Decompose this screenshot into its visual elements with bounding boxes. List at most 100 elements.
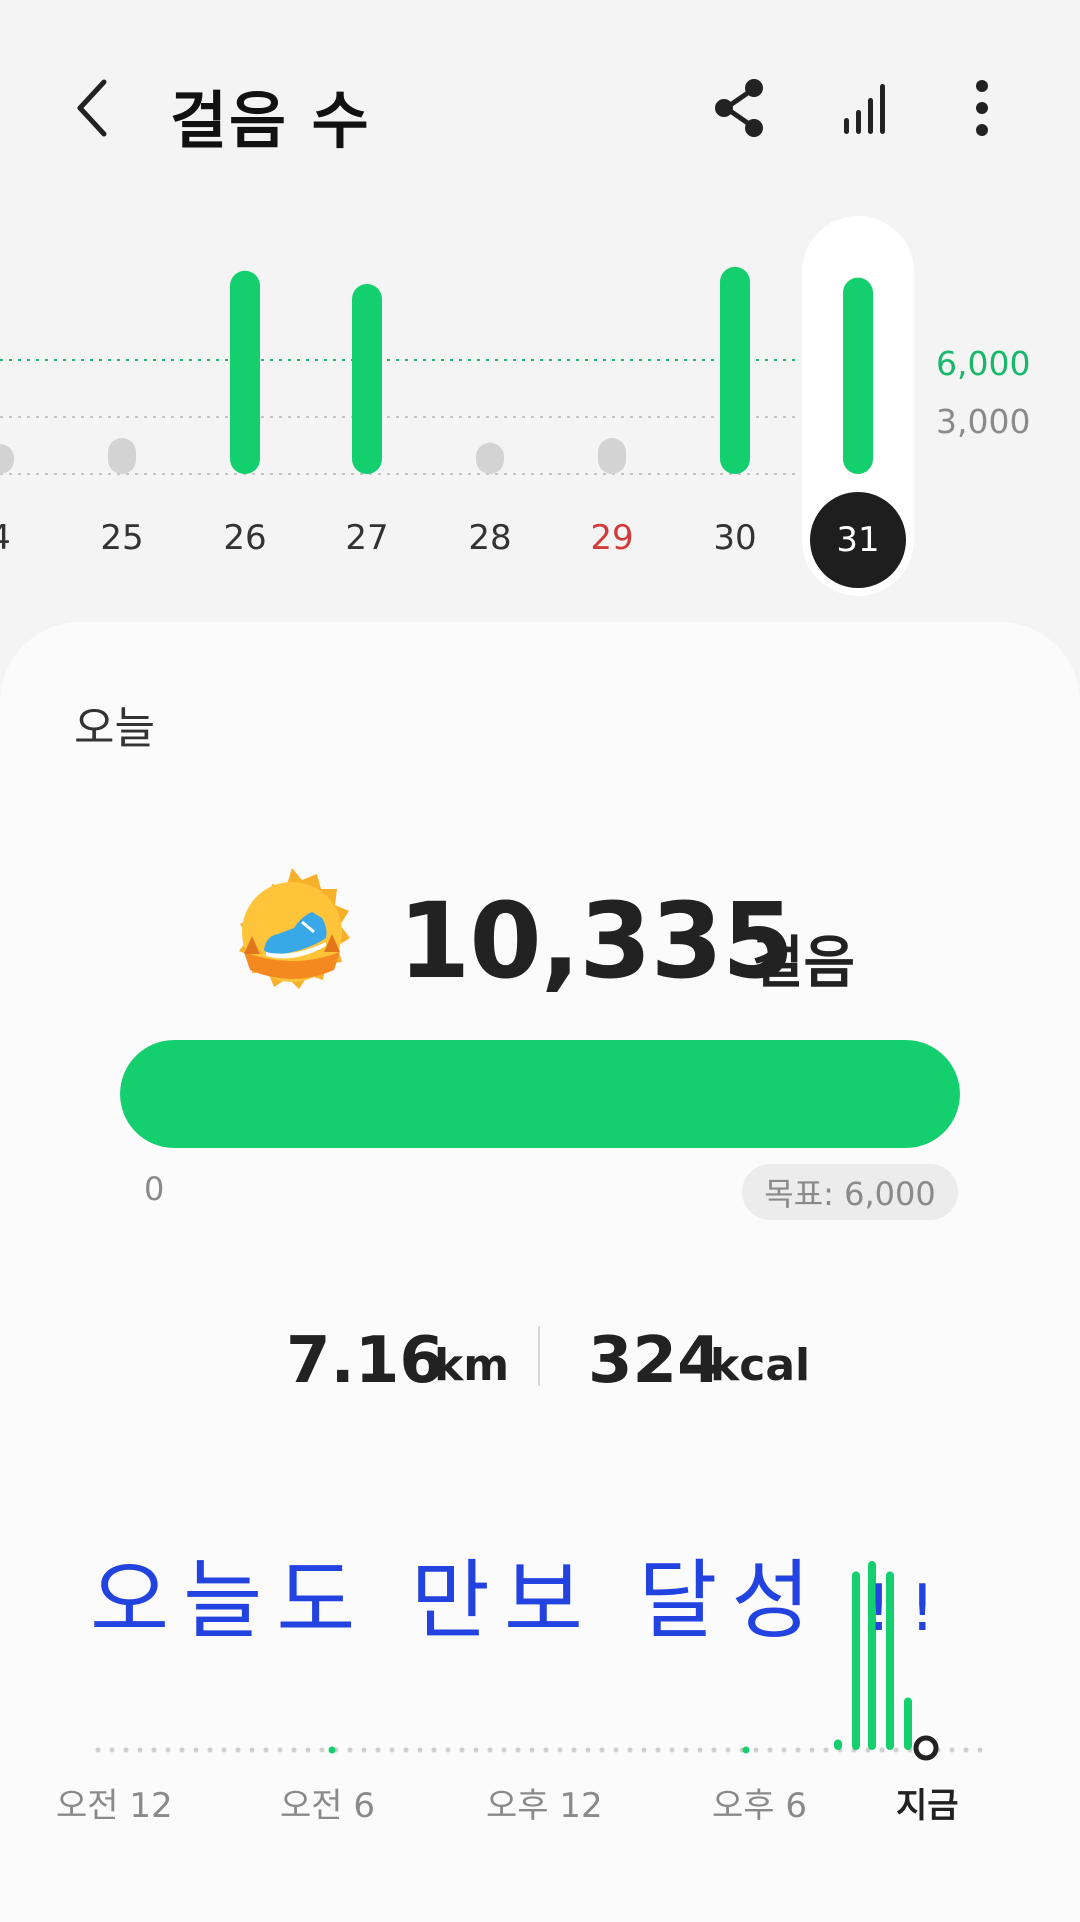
activity-dot (328, 1746, 336, 1754)
day-label-25[interactable]: 25 (72, 518, 172, 558)
timeline-dot (557, 1747, 563, 1753)
day-label-30[interactable]: 30 (685, 518, 785, 558)
y-label-3000: 3,000 (936, 402, 1031, 441)
distance-value: 7.16 (286, 1324, 444, 1398)
overlay-caption-exclaim: !! (865, 1572, 954, 1646)
period-label: 오늘 (74, 703, 155, 754)
timeline-dot (347, 1747, 353, 1753)
stats-bars-icon (844, 84, 885, 134)
back-chevron-icon (77, 79, 107, 137)
timeline-dot (823, 1747, 829, 1753)
timeline-dot (613, 1747, 619, 1753)
timeline-dot (725, 1747, 731, 1753)
back-button[interactable] (64, 68, 136, 148)
calories-value: 324 (588, 1324, 722, 1398)
timeline-dot (809, 1747, 815, 1753)
timeline-dot (655, 1747, 661, 1753)
steps-unit: 걸음 (752, 931, 856, 996)
share-icon (715, 79, 763, 137)
timeline-dot (305, 1747, 311, 1753)
goal-chip[interactable]: 목표: 6,000 (742, 1164, 958, 1220)
more-vertical-icon (976, 80, 988, 136)
timeline-dot (319, 1747, 325, 1753)
timeline-dot (263, 1747, 269, 1753)
timeline-dot (235, 1747, 241, 1753)
timeline-dot (767, 1747, 773, 1753)
timeline-dot (123, 1747, 129, 1753)
timeline-dot (487, 1747, 493, 1753)
timeline-dot (375, 1747, 381, 1753)
timeline-dot (249, 1747, 255, 1753)
day-bar-26[interactable] (230, 270, 260, 474)
timeline-dot (781, 1747, 787, 1753)
timeline-dot (963, 1747, 969, 1753)
stats-divider (538, 1326, 540, 1386)
timeline-dot (641, 1747, 647, 1753)
timeline-dot (795, 1747, 801, 1753)
timeline-dot (179, 1747, 185, 1753)
calories-unit: kcal (710, 1340, 811, 1391)
timeline-dot (109, 1747, 115, 1753)
time-label-4: 지금 (896, 1786, 959, 1826)
page-title: 걸음 수 (170, 84, 371, 157)
time-label-2: 오후 12 (486, 1786, 603, 1826)
now-marker (913, 1735, 939, 1761)
y-label-goal: 6,000 (936, 344, 1031, 383)
day-bar-31[interactable] (843, 277, 873, 474)
goal-progress-fill (120, 1040, 960, 1148)
timeline-dot (585, 1747, 591, 1753)
more-options-button[interactable] (944, 70, 1020, 146)
day-bar-29[interactable] (598, 438, 626, 474)
timeline-dot (207, 1747, 213, 1753)
timeline-dot (193, 1747, 199, 1753)
timeline-dot (543, 1747, 549, 1753)
timeline-dot (151, 1747, 157, 1753)
trends-button[interactable] (830, 70, 906, 146)
timeline-dot (571, 1747, 577, 1753)
timeline-dot (95, 1747, 101, 1753)
timeline-dot (627, 1747, 633, 1753)
day-label-26[interactable]: 26 (195, 518, 295, 558)
timeline-dot (711, 1747, 717, 1753)
day-bar-30[interactable] (720, 266, 750, 474)
timeline-dot (893, 1747, 899, 1753)
timeline-dot (291, 1747, 297, 1753)
timeline-dot (515, 1747, 521, 1753)
timeline-dot (277, 1747, 283, 1753)
timeline-dot (669, 1747, 675, 1753)
progress-min-label: 0 (144, 1170, 165, 1208)
timeline-dot (389, 1747, 395, 1753)
timeline-dot (529, 1747, 535, 1753)
activity-dot (742, 1746, 750, 1754)
timeline-dot (137, 1747, 143, 1753)
day-label-27[interactable]: 27 (317, 518, 417, 558)
day-label-31-selected[interactable]: 31 (810, 492, 906, 588)
running-shoe-badge-icon (222, 866, 362, 1006)
timeline-dot (977, 1747, 983, 1753)
time-label-3: 오후 6 (712, 1786, 807, 1826)
timeline-dot (431, 1747, 437, 1753)
day-bar-27[interactable] (352, 284, 382, 474)
timeline-dot (221, 1747, 227, 1753)
hourly-bar (904, 1697, 912, 1750)
timeline-dot (949, 1747, 955, 1753)
time-label-0: 오전 12 (56, 1786, 173, 1826)
distance-unit: km (434, 1340, 510, 1391)
timeline-dot (459, 1747, 465, 1753)
goal-progress-bar (120, 1040, 960, 1148)
day-label-4[interactable]: 4 (0, 518, 50, 558)
day-label-28[interactable]: 28 (440, 518, 540, 558)
day-label-29[interactable]: 29 (562, 518, 662, 558)
time-label-1: 오전 6 (280, 1786, 375, 1826)
steps-value: 10,335 (398, 880, 794, 1002)
timeline-dot (753, 1747, 759, 1753)
timeline-dot (445, 1747, 451, 1753)
day-bar-25[interactable] (108, 438, 136, 474)
timeline-dot (361, 1747, 367, 1753)
timeline-dot (417, 1747, 423, 1753)
timeline-dot (879, 1747, 885, 1753)
timeline-dot (403, 1747, 409, 1753)
day-bar-4[interactable] (0, 444, 14, 474)
day-bar-28[interactable] (476, 442, 504, 474)
share-button[interactable] (702, 70, 778, 146)
